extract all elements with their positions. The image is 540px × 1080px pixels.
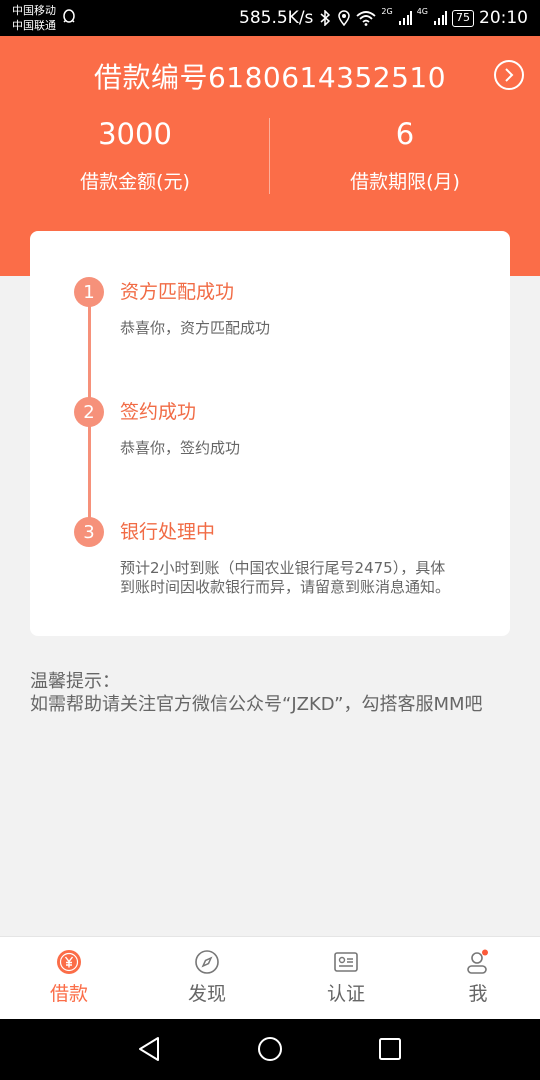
id-card-icon: [334, 952, 358, 972]
step-title: 资方匹配成功: [120, 281, 235, 303]
loan-number: 借款编号6180614352510: [93, 61, 447, 94]
tips-section: 温馨提示： 如需帮助请关注官方微信公众号“JZKD”，勾搭客服MM吧: [30, 670, 510, 716]
tab-discover[interactable]: 发现: [167, 949, 247, 1006]
loan-term-value: 6: [395, 117, 415, 151]
loan-amount: 3000 借款金额(元): [0, 116, 270, 194]
step-title: 银行处理中: [120, 521, 216, 543]
notification-dot: [482, 949, 488, 956]
loan-detail-button[interactable]: [494, 60, 524, 90]
location-icon: [338, 10, 351, 26]
tab-verify[interactable]: 认证: [306, 949, 386, 1006]
network-type-1: 2G: [381, 7, 393, 16]
qq-icon: [63, 9, 75, 23]
tab-label: 我: [468, 983, 488, 1005]
step-number: 3: [74, 517, 104, 547]
tab-me[interactable]: 我: [438, 949, 518, 1006]
chevron-right-icon: [505, 68, 514, 82]
wifi-icon: [356, 11, 377, 26]
loan-amount-label: 借款金额(元): [80, 171, 190, 193]
step-description: 恭喜你，资方匹配成功: [120, 319, 271, 337]
battery-indicator: 75: [452, 9, 474, 27]
tab-label: 发现: [187, 983, 226, 1005]
step-description: 预计2小时到账（中国农业银行尾号2475），具体到账时间因收款银行而异，请留意到…: [120, 559, 451, 596]
tab-label: 借款: [49, 983, 88, 1005]
compass-icon: [195, 950, 219, 974]
signal-icon: [434, 11, 447, 25]
signal-icon: [398, 11, 412, 25]
recent-apps-icon[interactable]: [376, 1035, 404, 1063]
step-title: 签约成功: [120, 401, 197, 423]
step-number: 1: [74, 277, 104, 307]
tips-title: 温馨提示：: [30, 671, 120, 692]
tab-label: 认证: [326, 983, 365, 1005]
bottom-tab-bar: 借款 发现 认证 我: [0, 936, 540, 1019]
carrier-1: 中国移动: [12, 4, 56, 17]
home-icon[interactable]: [256, 1035, 284, 1063]
step-description: 恭喜你，签约成功: [120, 439, 241, 457]
loan-amount-value: 3000: [98, 117, 172, 151]
carrier-2: 中国联通: [12, 19, 56, 32]
status-bar: 中国移动 中国联通 585.5K/s 2G 4G 75 20:10: [0, 0, 540, 36]
person-icon: [467, 949, 488, 974]
loan-term-label: 借款期限(月): [350, 171, 460, 193]
tips-body: 如需帮助请关注官方微信公众号“JZKD”，勾搭客服MM吧: [30, 694, 483, 715]
network-type-2: 4G: [416, 7, 428, 16]
carrier-info: 中国移动 中国联通: [12, 3, 56, 33]
network-speed: 585.5K/s: [239, 8, 314, 28]
clock: 20:10: [479, 8, 528, 28]
system-nav-bar: [0, 1019, 540, 1080]
bluetooth-icon: [320, 10, 331, 26]
loan-progress-card: 1 资方匹配成功 恭喜你，资方匹配成功 2 签约成功 恭喜你，签约成功 3 银行…: [30, 231, 510, 636]
tab-borrow[interactable]: 借款: [29, 949, 109, 1006]
back-icon[interactable]: [136, 1035, 164, 1063]
yen-circle-icon: [57, 950, 81, 974]
loan-term: 6 借款期限(月): [270, 116, 540, 194]
step-number: 2: [74, 397, 104, 427]
